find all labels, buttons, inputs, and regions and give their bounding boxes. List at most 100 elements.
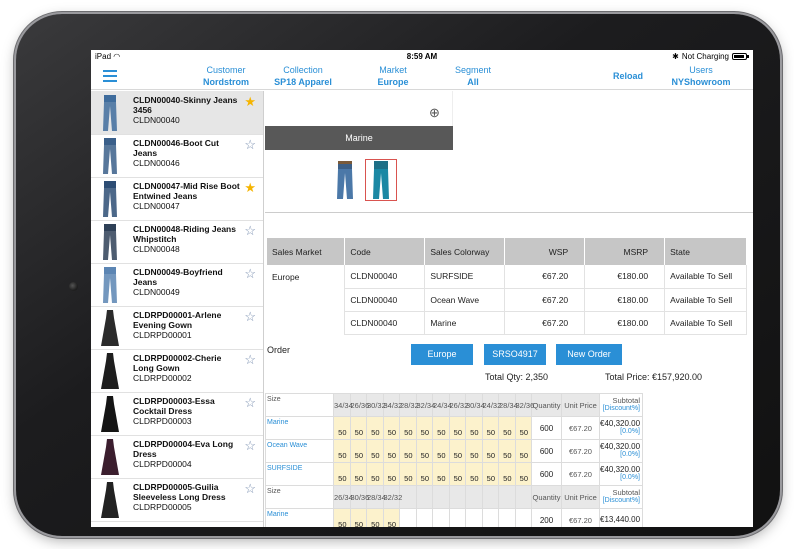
top-nav: Customer Nordstrom Collection SP18 Appar… (91, 62, 753, 90)
row-unit-price: €67.20 (561, 416, 600, 440)
quantity-cell[interactable]: 50 (399, 439, 417, 463)
star-icon[interactable]: ☆ (244, 439, 256, 452)
quantity-cell[interactable]: 50 (514, 462, 532, 486)
colorway-label[interactable]: Marine (265, 416, 334, 440)
quantity-cell[interactable]: 50 (382, 508, 400, 527)
quantity-cell[interactable]: 50 (333, 508, 351, 527)
list-item[interactable]: CLDRPD00004-Eva Long Dress CLDRPD00004 ☆ (91, 435, 263, 479)
quantity-cell[interactable]: 50 (498, 416, 516, 440)
quantity-header: Quantity (531, 393, 562, 417)
quantity-cell[interactable]: 50 (432, 416, 450, 440)
new-order-button[interactable]: New Order (556, 344, 622, 365)
quantity-cell[interactable]: 50 (465, 462, 483, 486)
quantity-cell[interactable]: 50 (333, 462, 351, 486)
quantity-cell[interactable]: 50 (366, 462, 384, 486)
quantity-cell[interactable]: 50 (448, 439, 466, 463)
quantity-cell[interactable]: 50 (399, 462, 417, 486)
quantity-cell[interactable]: 50 (366, 416, 384, 440)
quantity-cell[interactable]: 50 (465, 416, 483, 440)
quantity-cell[interactable]: 50 (366, 439, 384, 463)
star-icon[interactable]: ☆ (244, 224, 256, 237)
table-row[interactable]: Ocean Wave 50 50 50 50 50 50 50 50 50 50 50 50 600 €67… (265, 439, 643, 463)
quantity-cell[interactable]: 50 (382, 462, 400, 486)
star-icon[interactable]: ☆ (244, 482, 256, 495)
quantity-cell[interactable]: 50 (432, 462, 450, 486)
quantity-cell[interactable]: 50 (481, 416, 499, 440)
list-item[interactable]: CLDRPD00001-Arlene Evening Gown CLDRPD000… (91, 306, 263, 350)
quantity-cell[interactable]: 50 (498, 462, 516, 486)
quantity-cell[interactable]: 50 (415, 462, 433, 486)
product-name: CLDRPD00002-Cherie Long Gown (133, 353, 222, 373)
quantity-cell[interactable]: 50 (465, 439, 483, 463)
colorway-label[interactable]: Ocean Wave (265, 439, 334, 463)
nav-market[interactable]: Market Europe (363, 64, 423, 88)
list-item[interactable]: CLDRPD00002-Cherie Long Gown CLDRPD00002 ☆ (91, 349, 263, 393)
menu-icon[interactable] (103, 70, 117, 82)
quantity-cell[interactable]: 50 (481, 462, 499, 486)
list-item[interactable]: CLDN00046-Boot Cut Jeans CLDN00046 ☆ (91, 134, 263, 178)
list-item[interactable]: CLDN00048-Riding Jeans Whipstitch CLDN000… (91, 220, 263, 264)
quantity-cell[interactable]: 50 (448, 462, 466, 486)
quantity-cell[interactable]: 50 (432, 439, 450, 463)
quantity-cell[interactable]: 50 (349, 508, 367, 527)
nav-segment[interactable]: Segment All (443, 64, 503, 88)
discount-value[interactable]: [0.0%] (600, 474, 640, 482)
quantity-cell[interactable]: 50 (382, 416, 400, 440)
quantity-cell[interactable]: 50 (349, 416, 367, 440)
star-icon[interactable]: ★ (244, 95, 256, 108)
order-number-button[interactable]: SRSO4917 (484, 344, 546, 365)
quantity-cell[interactable]: 50 (498, 439, 516, 463)
thumbnail-jeans-a[interactable] (329, 159, 361, 201)
quantity-cell[interactable]: 50 (415, 416, 433, 440)
thumbnail-jeans-b[interactable] (365, 159, 397, 201)
cell: €67.20 (504, 265, 586, 289)
quantity-cell[interactable]: 50 (514, 439, 532, 463)
quantity-cell[interactable]: 50 (333, 416, 351, 440)
nav-users[interactable]: Users NYShowroom (661, 64, 741, 88)
list-item[interactable]: CLDRPD00003-Essa Cocktail Dress CLDRPD000… (91, 392, 263, 436)
unit-price-header: Unit Price (561, 393, 600, 417)
quantity-cell[interactable]: 50 (349, 439, 367, 463)
quantity-cell[interactable]: 50 (399, 416, 417, 440)
list-item[interactable]: CLDN00040-Skinny Jeans 3456 CLDN00040 ★ (91, 91, 263, 135)
col-header: State (664, 238, 747, 265)
quantity-cell[interactable]: 50 (448, 416, 466, 440)
quantity-cell[interactable]: 50 (514, 416, 532, 440)
discount-value[interactable]: [0.0%] (600, 451, 640, 459)
reload-button[interactable]: Reload (613, 71, 643, 81)
nav-customer-value: Nordstrom (202, 77, 249, 87)
nav-collection[interactable]: Collection SP18 Apparel (263, 64, 343, 88)
star-icon[interactable]: ☆ (244, 267, 256, 280)
quantity-cell[interactable]: 50 (415, 439, 433, 463)
cell: €180.00 (584, 265, 666, 289)
table-row[interactable]: SURFSIDE 50 50 50 50 50 50 50 50 50 50 50 50 600 €67.2… (265, 462, 643, 486)
colorway-label[interactable]: SURFSIDE (265, 462, 334, 486)
star-icon[interactable]: ★ (244, 181, 256, 194)
colorway-label[interactable]: Marine (265, 508, 334, 527)
nav-customer[interactable]: Customer Nordstrom (186, 64, 266, 88)
quantity-cell[interactable]: 50 (349, 462, 367, 486)
star-icon[interactable]: ☆ (244, 353, 256, 366)
cell: €67.20 (504, 311, 586, 335)
discount-value[interactable]: [0.0%] (600, 428, 640, 436)
table-row[interactable]: CLDN00040 Ocean Wave €67.20 €180.00 Avai… (267, 288, 747, 312)
star-icon[interactable]: ☆ (244, 396, 256, 409)
list-item[interactable]: CLDN00047-Mid Rise Boot Entwined Jeans CL… (91, 177, 263, 221)
table-row[interactable]: Marine 50 50 50 50 50 50 50 50 50 50 50 50 600 €67.20 €… (265, 416, 643, 440)
cell: CLDN00040 (344, 265, 426, 289)
quantity-cell[interactable]: 50 (382, 439, 400, 463)
star-icon[interactable]: ☆ (244, 138, 256, 151)
table-row[interactable]: Europe CLDN00040 SURFSIDE €67.20 €180.00… (267, 265, 747, 289)
quantity-cell[interactable]: 50 (333, 439, 351, 463)
table-row[interactable]: CLDN00040 Marine €67.20 €180.00 Availabl… (267, 311, 747, 335)
quantity-cell[interactable]: 50 (481, 439, 499, 463)
subtotal-value: €13,440.00 (600, 515, 641, 524)
list-item[interactable]: CLDN00049-Boyfriend Jeans CLDN00049 ☆ (91, 263, 263, 307)
zoom-in-icon[interactable]: ⊕ (429, 105, 440, 121)
list-item[interactable]: CLDRPD00005-Guilia Sleeveless Long Dress… (91, 478, 263, 522)
star-icon[interactable]: ☆ (244, 310, 256, 323)
quantity-cell[interactable]: 50 (366, 508, 384, 527)
table-row[interactable]: Marine 50 50 50 50 200 €67.20 €13,440.00 (265, 508, 643, 527)
order-market-button[interactable]: Europe (411, 344, 473, 365)
product-text: CLDRPD00004-Eva Long Dress CLDRPD00004 (133, 439, 243, 469)
